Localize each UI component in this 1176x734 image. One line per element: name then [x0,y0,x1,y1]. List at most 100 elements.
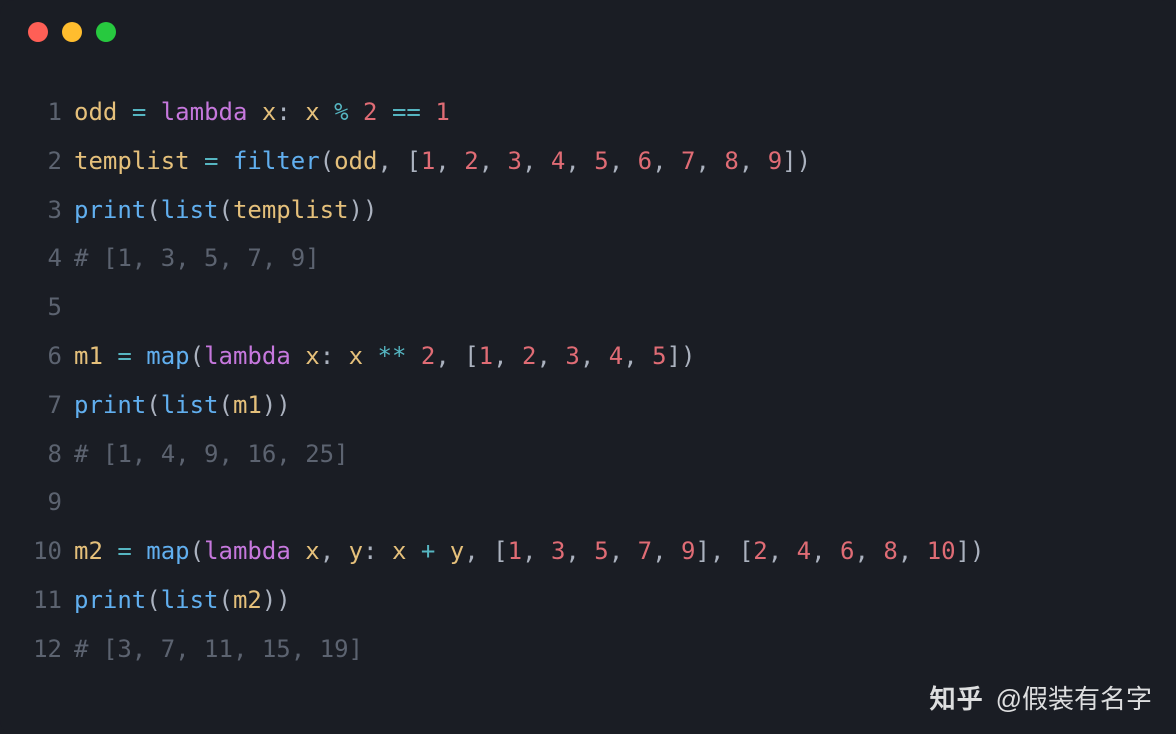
code-token [117,98,131,126]
code-token: , [536,342,565,370]
code-token [320,98,334,126]
code-token: , [435,147,464,175]
line-number: 2 [30,137,74,186]
code-token: lambda [204,537,291,565]
code-token: x [392,537,406,565]
code-line[interactable]: 1odd = lambda x: x % 2 == 1 [30,88,1146,137]
code-token: x [262,98,276,126]
code-content[interactable] [74,283,88,332]
code-content[interactable]: # [3, 7, 11, 15, 19] [74,625,363,674]
code-content[interactable]: print(list(templist)) [74,186,377,235]
close-icon[interactable] [28,22,48,42]
code-token: ( [190,342,204,370]
watermark: 知乎 @假装有名字 [930,679,1152,716]
code-line[interactable]: 5 [30,283,1146,332]
code-token: 7 [681,147,695,175]
code-line[interactable]: 6m1 = map(lambda x: x ** 2, [1, 2, 3, 4,… [30,332,1146,381]
code-token: , [479,147,508,175]
code-window: 1odd = lambda x: x % 2 == 12templist = f… [0,0,1176,734]
code-line[interactable]: 9 [30,478,1146,527]
code-token: 1 [435,98,449,126]
code-content[interactable]: print(list(m1)) [74,381,291,430]
code-token: , [652,147,681,175]
code-token: y [349,537,363,565]
code-token [132,537,146,565]
code-token [435,537,449,565]
code-token: = [117,537,131,565]
code-token: ], [ [695,537,753,565]
code-token: lambda [161,98,248,126]
code-content[interactable]: # [1, 4, 9, 16, 25] [74,430,349,479]
code-token: 5 [594,537,608,565]
code-token: # [3, 7, 11, 15, 19] [74,635,363,663]
code-token: : [276,98,305,126]
code-line[interactable]: 3print(list(templist)) [30,186,1146,235]
code-token: = [132,98,146,126]
code-token: 8 [724,147,738,175]
code-token: , [652,537,681,565]
code-token: ( [146,391,160,419]
code-line[interactable]: 4# [1, 3, 5, 7, 9] [30,234,1146,283]
code-token [363,342,377,370]
code-token: ( [219,586,233,614]
code-token: m1 [233,391,262,419]
code-token: 1 [479,342,493,370]
code-token: x [305,98,319,126]
code-token [378,98,392,126]
code-token: 4 [797,537,811,565]
code-token: x [349,342,363,370]
code-token: y [450,537,464,565]
code-token: ( [190,537,204,565]
code-token: ( [146,586,160,614]
code-content[interactable]: m2 = map(lambda x, y: x + y, [1, 3, 5, 7… [74,527,985,576]
code-token: m2 [233,586,262,614]
code-token: list [161,391,219,419]
code-token: , [580,342,609,370]
code-line[interactable]: 12# [3, 7, 11, 15, 19] [30,625,1146,674]
line-number: 10 [30,527,74,576]
code-token: 10 [927,537,956,565]
code-token: , [493,342,522,370]
code-line[interactable]: 11print(list(m2)) [30,576,1146,625]
code-token: print [74,196,146,224]
code-content[interactable]: m1 = map(lambda x: x ** 2, [1, 2, 3, 4, … [74,332,695,381]
maximize-icon[interactable] [96,22,116,42]
code-token: 5 [652,342,666,370]
code-token: templist [233,196,349,224]
code-token: 2 [464,147,478,175]
code-token: # [1, 4, 9, 16, 25] [74,440,349,468]
code-content[interactable]: odd = lambda x: x % 2 == 1 [74,88,450,137]
code-token: 2 [522,342,536,370]
code-token: x [305,537,319,565]
code-token [421,98,435,126]
code-token: 6 [840,537,854,565]
code-token: ]) [782,147,811,175]
code-content[interactable]: templist = filter(odd, [1, 2, 3, 4, 5, 6… [74,137,811,186]
line-number: 1 [30,88,74,137]
code-token [146,98,160,126]
zhihu-logo-icon: 知乎 [930,679,984,716]
code-token [406,342,420,370]
code-line[interactable]: 8# [1, 4, 9, 16, 25] [30,430,1146,479]
code-token [103,342,117,370]
minimize-icon[interactable] [62,22,82,42]
code-token: x [305,342,319,370]
traffic-lights [0,22,1176,42]
code-token: % [334,98,348,126]
code-token: odd [74,98,117,126]
code-token: 2 [753,537,767,565]
code-token: ** [378,342,407,370]
code-line[interactable]: 2templist = filter(odd, [1, 2, 3, 4, 5, … [30,137,1146,186]
code-line[interactable]: 10m2 = map(lambda x, y: x + y, [1, 3, 5,… [30,527,1146,576]
code-content[interactable]: print(list(m2)) [74,576,291,625]
code-token: 1 [508,537,522,565]
code-token: , [522,147,551,175]
code-token: filter [233,147,320,175]
code-content[interactable] [74,478,88,527]
code-content[interactable]: # [1, 3, 5, 7, 9] [74,234,320,283]
line-number: 8 [30,430,74,479]
code-editor[interactable]: 1odd = lambda x: x % 2 == 12templist = f… [0,88,1176,674]
code-token: 2 [363,98,377,126]
code-line[interactable]: 7print(list(m1)) [30,381,1146,430]
code-token: = [117,342,131,370]
